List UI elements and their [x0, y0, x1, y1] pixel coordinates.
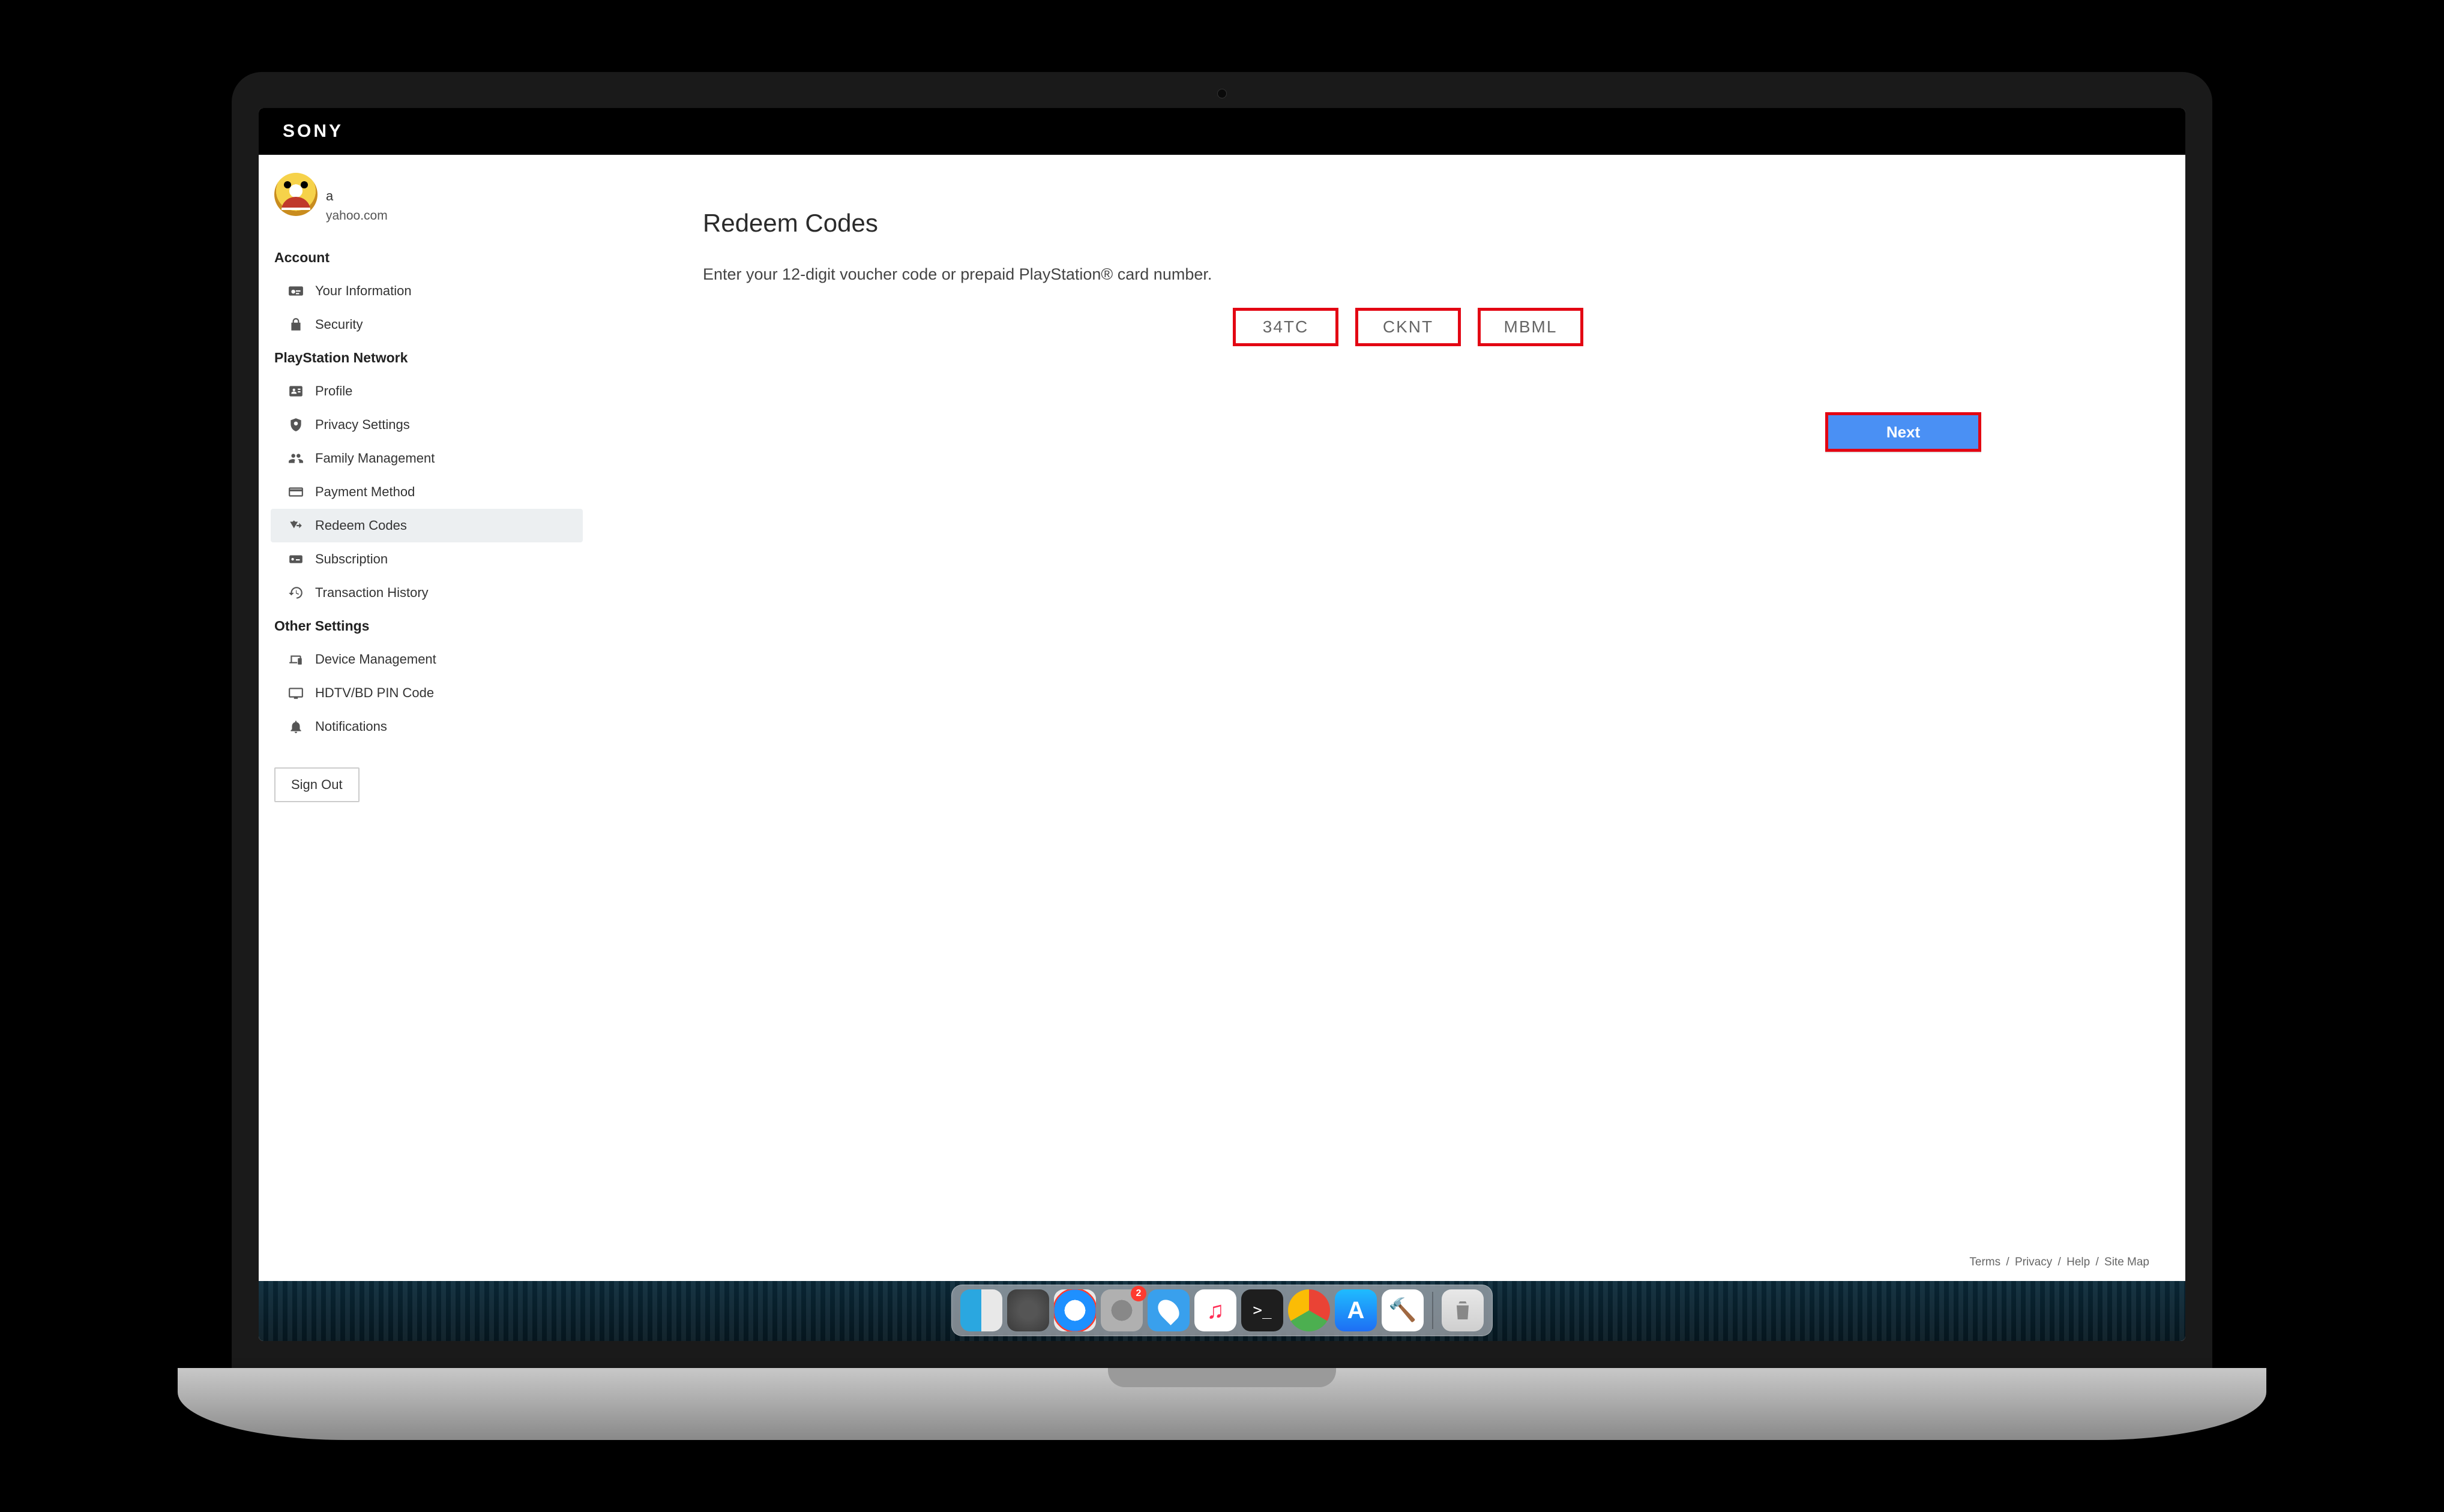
dock-system-preferences-icon[interactable]: 2: [1101, 1289, 1143, 1331]
laptop-bezel: SONY a yahoo.com Account: [232, 72, 2212, 1368]
laptop-frame: SONY a yahoo.com Account: [178, 72, 2266, 1440]
app-body: a yahoo.com Account Your Information Sec…: [259, 155, 2185, 1341]
dock-terminal-icon[interactable]: [1241, 1289, 1283, 1331]
screen: SONY a yahoo.com Account: [259, 108, 2185, 1341]
section-account: Account: [271, 241, 583, 274]
sony-logo[interactable]: SONY: [283, 121, 343, 142]
dock-xcode-icon[interactable]: [1382, 1289, 1424, 1331]
sidebar-item-transactions[interactable]: Transaction History: [271, 576, 583, 610]
user-email-suffix: yahoo.com: [326, 206, 446, 223]
dock-separator: [1432, 1292, 1433, 1329]
devices-icon: [287, 651, 304, 668]
sidebar-item-subscription[interactable]: Subscription: [271, 542, 583, 576]
sidebar-item-family[interactable]: Family Management: [271, 442, 583, 475]
sidebar-item-label: Family Management: [315, 451, 435, 466]
code-input-3[interactable]: MBML: [1478, 308, 1583, 346]
redeem-icon: [287, 517, 304, 534]
sidebar-item-profile[interactable]: Profile: [271, 374, 583, 408]
subscription-icon: [287, 551, 304, 568]
sidebar-item-notifications[interactable]: Notifications: [271, 710, 583, 743]
top-bar: SONY: [259, 108, 2185, 155]
user-line2: a: [326, 188, 446, 204]
signout-wrap: Sign Out: [271, 767, 583, 802]
next-button[interactable]: Next: [1825, 412, 1981, 452]
sidebar-item-payment[interactable]: Payment Method: [271, 475, 583, 509]
dock-launchpad-icon[interactable]: [1007, 1289, 1049, 1331]
lock-icon: [287, 316, 304, 333]
laptop-notch: [1108, 1368, 1336, 1387]
code-input-1[interactable]: 34TC: [1233, 308, 1338, 346]
dock-chrome-icon[interactable]: [1288, 1289, 1330, 1331]
sidebar-item-label: Your Information: [315, 283, 412, 299]
footer-help-link[interactable]: Help: [2066, 1256, 2090, 1268]
dock-maps-icon[interactable]: [1148, 1289, 1190, 1331]
id-card-icon: [287, 283, 304, 299]
user-text: a yahoo.com: [326, 173, 446, 223]
sidebar-item-label: Transaction History: [315, 585, 429, 601]
sidebar-item-label: Device Management: [315, 652, 436, 667]
avatar[interactable]: [274, 173, 318, 216]
sidebar-item-your-information[interactable]: Your Information: [271, 274, 583, 308]
sidebar-item-label: Privacy Settings: [315, 417, 410, 433]
dock-appstore-icon[interactable]: [1335, 1289, 1377, 1331]
sign-out-button[interactable]: Sign Out: [274, 767, 360, 802]
footer-sep: /: [2003, 1256, 2012, 1268]
dock-finder-icon[interactable]: [960, 1289, 1002, 1331]
sidebar-item-privacy[interactable]: Privacy Settings: [271, 408, 583, 442]
sidebar-item-label: Redeem Codes: [315, 518, 407, 533]
page-title: Redeem Codes: [703, 209, 2113, 238]
footer-privacy-link[interactable]: Privacy: [2015, 1256, 2052, 1268]
code-input-row: 34TC CKNT MBML: [703, 308, 2113, 346]
credit-card-icon: [287, 484, 304, 500]
next-button-wrap: Next: [703, 412, 2113, 452]
footer-terms-link[interactable]: Terms: [1969, 1256, 2000, 1268]
sidebar-item-hdtv-pin[interactable]: HDTV/BD PIN Code: [271, 676, 583, 710]
footer-links: Terms / Privacy / Help / Site Map: [1969, 1256, 2149, 1269]
people-icon: [287, 450, 304, 467]
dock-trash-icon[interactable]: [1442, 1289, 1484, 1331]
camera-icon: [1217, 89, 1227, 98]
macos-dock: 2: [951, 1285, 1493, 1336]
code-input-2[interactable]: CKNT: [1355, 308, 1461, 346]
sidebar-item-security[interactable]: Security: [271, 308, 583, 341]
section-psn: PlayStation Network: [271, 341, 583, 374]
profile-card-icon: [287, 383, 304, 400]
instruction-text: Enter your 12-digit voucher code or prep…: [703, 265, 2113, 284]
dock-safari-icon[interactable]: [1054, 1289, 1096, 1331]
section-other: Other Settings: [271, 610, 583, 643]
user-block: a yahoo.com: [271, 173, 583, 223]
footer-sitemap-link[interactable]: Site Map: [2104, 1256, 2149, 1268]
sidebar: a yahoo.com Account Your Information Sec…: [259, 155, 595, 1341]
sidebar-item-device-management[interactable]: Device Management: [271, 643, 583, 676]
sidebar-item-label: Subscription: [315, 551, 388, 567]
footer-sep: /: [2092, 1256, 2102, 1268]
sidebar-item-label: Notifications: [315, 719, 387, 734]
dock-music-icon[interactable]: [1194, 1289, 1236, 1331]
dock-badge: 2: [1131, 1286, 1146, 1301]
sidebar-item-label: Security: [315, 317, 363, 332]
footer-sep: /: [2054, 1256, 2064, 1268]
bell-icon: [287, 718, 304, 735]
sidebar-item-label: HDTV/BD PIN Code: [315, 685, 434, 701]
user-name-masked: [326, 173, 446, 186]
history-icon: [287, 584, 304, 601]
sidebar-item-label: Profile: [315, 383, 352, 399]
sidebar-item-label: Payment Method: [315, 484, 415, 500]
sidebar-item-redeem[interactable]: Redeem Codes: [271, 509, 583, 542]
tv-icon: [287, 685, 304, 701]
main-content: Redeem Codes Enter your 12-digit voucher…: [595, 155, 2185, 1341]
shield-gear-icon: [287, 416, 304, 433]
